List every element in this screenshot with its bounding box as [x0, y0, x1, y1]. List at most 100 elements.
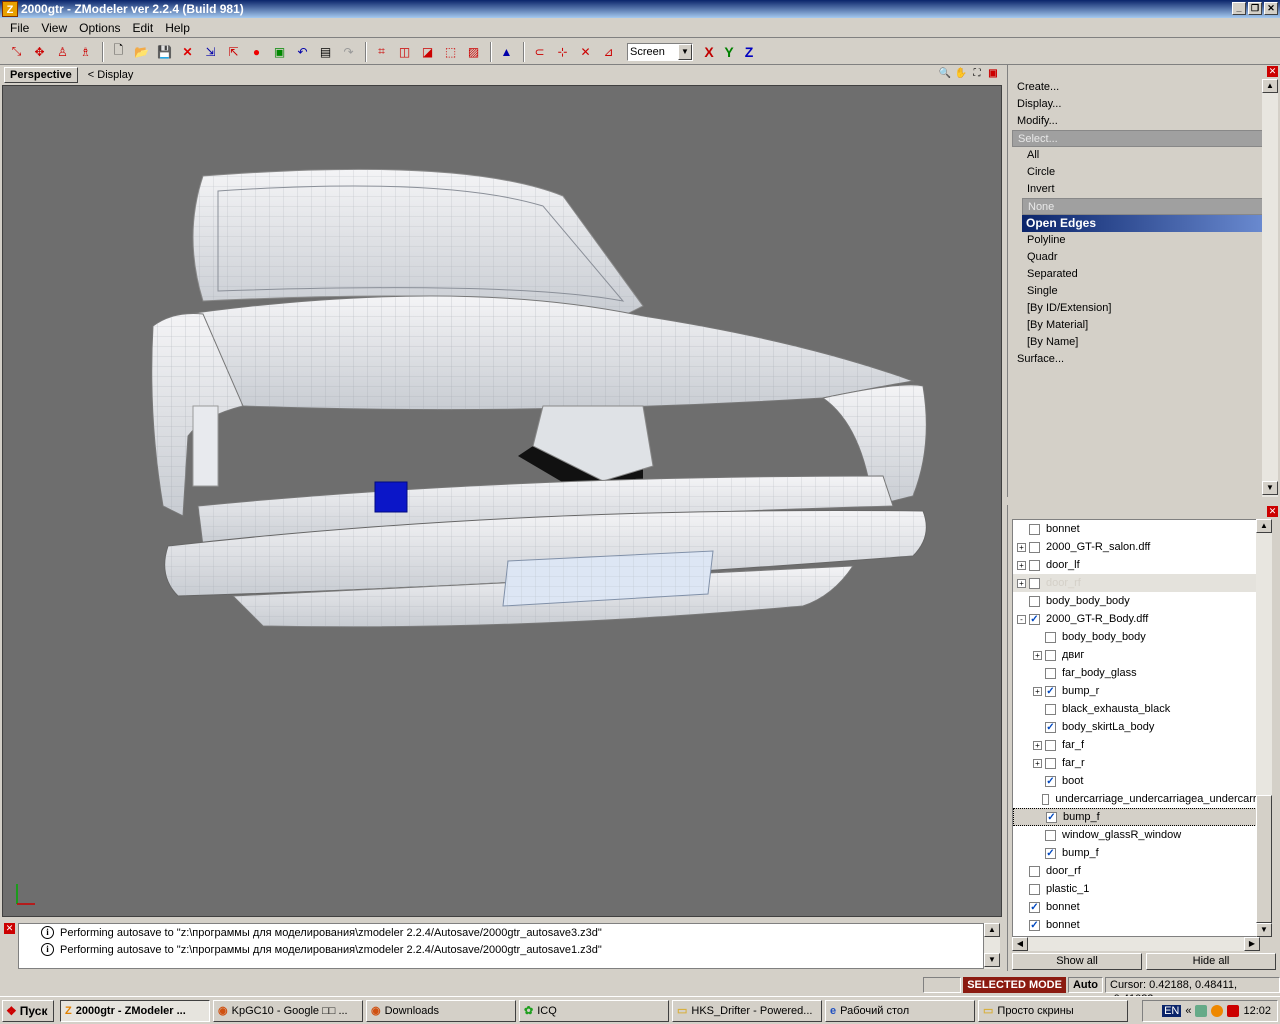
close-icon[interactable]: ✕ [1267, 506, 1278, 517]
visibility-checkbox[interactable] [1045, 757, 1056, 769]
command-item-modify[interactable]: Modify... [1012, 113, 1264, 130]
visibility-checkbox[interactable]: ✓ [1029, 613, 1040, 625]
coordinate-space-select[interactable]: Screen ▼ [627, 42, 693, 61]
axis-z-button[interactable]: Z [739, 42, 759, 62]
tree-row[interactable]: ✓ bonnet [1013, 898, 1259, 916]
taskbar-task[interactable]: Z 2000gtr - ZModeler ... [60, 999, 210, 1022]
import-icon[interactable]: ⇲ [200, 42, 221, 62]
clock[interactable]: 12:02 [1243, 1005, 1271, 1017]
menu-file[interactable]: File [4, 21, 35, 35]
tree-row[interactable]: body_body_body [1013, 628, 1259, 646]
walk-tool-icon[interactable]: ♙ [52, 42, 73, 62]
visibility-checkbox[interactable] [1029, 865, 1040, 877]
tree-row[interactable]: + door_rf [1013, 574, 1259, 592]
notes-icon[interactable]: ▤ [315, 42, 336, 62]
visibility-checkbox[interactable] [1041, 793, 1050, 805]
visibility-checkbox[interactable]: ✓ [1045, 775, 1056, 787]
taskbar-task[interactable]: ✿ ICQ [519, 999, 669, 1022]
command-item-single[interactable]: Single [1012, 283, 1264, 300]
tree-row[interactable]: +2000_GT-R_salon.dff [1013, 538, 1259, 556]
viewport-tab-perspective[interactable]: Perspective [4, 67, 78, 83]
minimize-button[interactable]: _ [1232, 2, 1246, 15]
command-item-polyline[interactable]: Polyline [1012, 232, 1264, 249]
visibility-checkbox[interactable] [1029, 541, 1040, 553]
perspective-viewport[interactable] [2, 85, 1002, 917]
scroll-up-icon[interactable]: ▲ [1256, 519, 1272, 533]
save-icon[interactable]: 💾 [154, 42, 175, 62]
command-item-by-id-extension[interactable]: [By ID/Extension] [1012, 300, 1264, 317]
language-indicator[interactable]: EN [1162, 1005, 1182, 1017]
selected-mode-badge[interactable]: SELECTED MODE [963, 977, 1066, 993]
visibility-checkbox[interactable]: ✓ [1045, 685, 1056, 697]
expand-icon[interactable]: + [1017, 560, 1026, 570]
taskbar-task[interactable]: ▭ Просто скрины [978, 999, 1128, 1022]
box-mode-icon[interactable]: ▨ [463, 42, 484, 62]
vertex-mode-icon[interactable]: ⌗ [371, 42, 392, 62]
visibility-checkbox[interactable] [1029, 523, 1040, 535]
axis-local-icon[interactable]: ⊿ [598, 42, 619, 62]
command-item-invert[interactable]: Invert [1012, 181, 1264, 198]
axis-icon[interactable]: ⊹ [552, 42, 573, 62]
tree-row[interactable]: window_glassR_window [1013, 826, 1259, 844]
tree-row[interactable]: + far_r [1013, 754, 1259, 772]
visibility-checkbox[interactable] [1029, 577, 1040, 589]
move-tool-icon[interactable]: ✥ [29, 42, 50, 62]
start-button[interactable]: ❖ Пуск [2, 999, 54, 1022]
tree-row[interactable]: ✓ bonnet [1013, 916, 1259, 934]
command-item-display[interactable]: Display... [1012, 96, 1264, 113]
visibility-checkbox[interactable]: ✓ [1029, 919, 1040, 931]
show-all-button[interactable]: Show all [1012, 953, 1142, 970]
render-icon[interactable]: ▣ [269, 42, 290, 62]
object-mode-icon[interactable]: ◪ [417, 42, 438, 62]
menu-edit[interactable]: Edit [127, 21, 160, 35]
command-item-separated[interactable]: Separated [1012, 266, 1264, 283]
redo-icon[interactable]: ↷ [338, 42, 359, 62]
fit-view-icon[interactable]: ⛶ [970, 67, 984, 81]
expand-icon[interactable]: + [1033, 740, 1042, 750]
cube-mode-icon[interactable]: ⬚ [440, 42, 461, 62]
scroll-up-icon[interactable]: ▲ [984, 923, 1000, 937]
tree-row[interactable]: bonnet [1013, 520, 1259, 538]
expand-icon[interactable]: + [1017, 542, 1026, 552]
new-file-icon[interactable]: 🗋 [108, 42, 129, 62]
tree-row[interactable]: + ✓ bump_r [1013, 682, 1259, 700]
tree-vscroll[interactable]: ▲ ▼ [1256, 519, 1272, 937]
tree-row[interactable]: ✓ bump_f [1013, 808, 1259, 826]
scroll-thumb[interactable] [1256, 795, 1272, 923]
shield-icon[interactable] [1227, 1005, 1240, 1017]
tree-row[interactable]: + door_lf [1013, 556, 1259, 574]
scroll-left-icon[interactable]: ◀ [1012, 937, 1028, 951]
command-item-circle[interactable]: Circle [1012, 164, 1264, 181]
taskbar-task[interactable]: ◉ KpGC10 - Google □□ ... [213, 999, 363, 1022]
tree-row[interactable]: ✓ boot [1013, 772, 1259, 790]
pyramid-icon[interactable]: ▲ [496, 42, 517, 62]
command-item-by-material[interactable]: [By Material] [1012, 317, 1264, 334]
visibility-checkbox[interactable] [1029, 883, 1040, 895]
tree-row[interactable]: ✓ body_skirtLa_body [1013, 718, 1259, 736]
select-tool-icon[interactable]: ⤡ [6, 42, 27, 62]
magnet-icon[interactable]: ⊂ [529, 42, 550, 62]
tree-row[interactable]: door_rf [1013, 862, 1259, 880]
menu-view[interactable]: View [35, 21, 73, 35]
taskbar-task[interactable]: ▭ HKS_Drifter - Powered... [672, 999, 822, 1022]
visibility-checkbox[interactable] [1029, 559, 1040, 571]
close-icon[interactable]: ✕ [1267, 66, 1278, 77]
visibility-checkbox[interactable] [1045, 649, 1056, 661]
scroll-down-icon[interactable]: ▼ [1256, 923, 1272, 937]
tree-row[interactable]: - ✓ 2000_GT-R_Body.dff [1013, 610, 1259, 628]
taskbar-task[interactable]: e Рабочий стол [825, 999, 975, 1022]
delete-icon[interactable]: ✕ [177, 42, 198, 62]
visibility-checkbox[interactable] [1045, 667, 1056, 679]
visibility-checkbox[interactable] [1045, 739, 1056, 751]
scroll-right-icon[interactable]: ▶ [1244, 937, 1260, 951]
menu-help[interactable]: Help [159, 21, 196, 35]
face-mode-icon[interactable]: ◫ [394, 42, 415, 62]
visibility-checkbox[interactable]: ✓ [1045, 847, 1056, 859]
maximize-view-icon[interactable]: ▣ [986, 67, 1000, 81]
command-item-quadr[interactable]: Quadr [1012, 249, 1264, 266]
pan-hand-icon[interactable]: ✋ [954, 67, 968, 81]
record-icon[interactable]: ● [246, 42, 267, 62]
axis-x-button[interactable]: X [699, 42, 719, 62]
taskbar-task[interactable]: ◉ Downloads [366, 999, 516, 1022]
visibility-checkbox[interactable] [1045, 703, 1056, 715]
